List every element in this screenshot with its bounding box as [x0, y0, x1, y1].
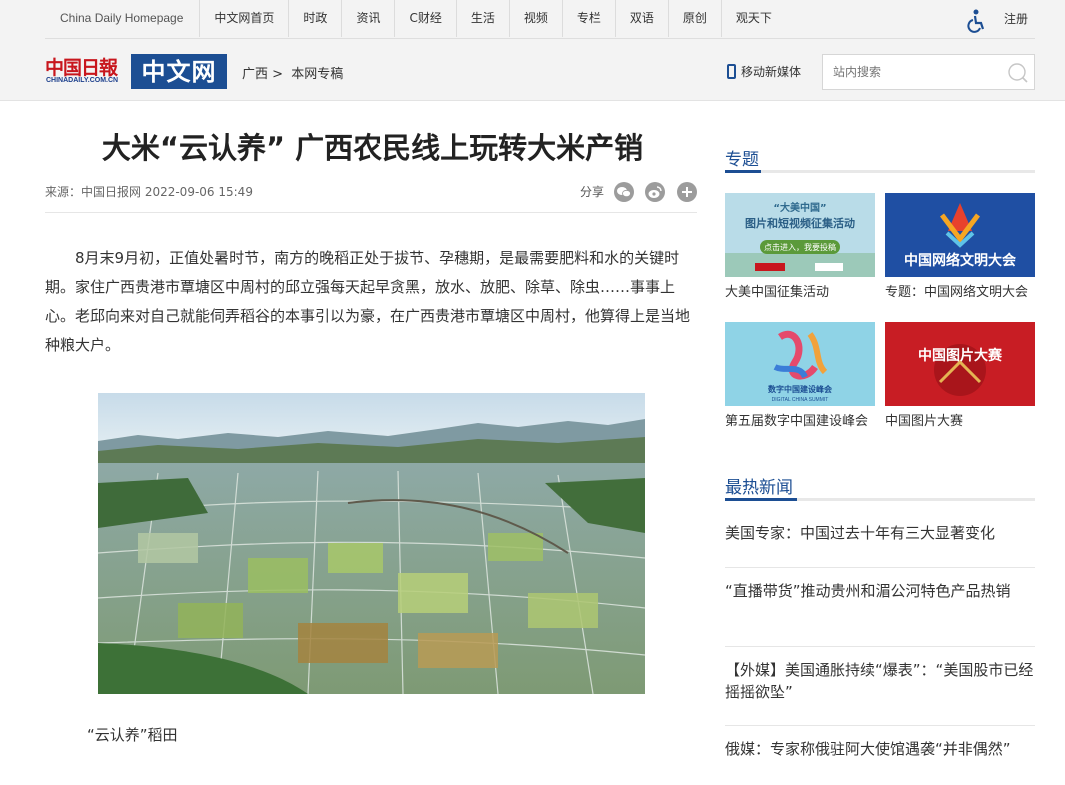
- accessibility-icon[interactable]: [967, 9, 987, 33]
- topics-heading-underline: [725, 170, 1035, 173]
- mobile-phone-icon: [727, 64, 736, 79]
- topics-heading: 专题: [725, 150, 759, 170]
- hot-news-divider: [725, 725, 1035, 726]
- weibo-share-icon[interactable]: [645, 182, 665, 202]
- nav-item-original[interactable]: 原创: [669, 0, 722, 37]
- logo-brand-cn: 中国日報: [45, 57, 118, 79]
- top-nav-bar: China Daily Homepage 中文网首页 时政 资讯 C财经 生活 …: [0, 0, 1065, 101]
- hot-news-item-2[interactable]: “直播带货”推动贵州和湄公河特色产品热销: [725, 580, 1035, 602]
- topic-thumb-digital-china[interactable]: 数字中国建设峰会 DIGITAL CHINA SUMMIT: [725, 322, 875, 406]
- nav-menu: China Daily Homepage 中文网首页 时政 资讯 C财经 生活 …: [45, 0, 786, 37]
- nav-item-life[interactable]: 生活: [457, 0, 510, 37]
- logo-site-name: 中文网: [131, 54, 227, 89]
- nav-item-finance[interactable]: C财经: [395, 0, 457, 37]
- hot-news-item-3[interactable]: 【外媒】美国通胀持续“爆表”：“美国股市已经摇摇欲坠”: [725, 659, 1035, 703]
- photo-contest-img-text: 中国图片大赛: [918, 347, 1003, 364]
- topic-thumb-photo-contest[interactable]: 中国图片大赛: [885, 322, 1035, 406]
- topic-caption-internet-civilization[interactable]: 专题：中国网络文明大会: [885, 283, 1035, 302]
- breadcrumb-exclusive[interactable]: 本网专稿: [291, 67, 343, 82]
- mobile-media-link[interactable]: 移动新媒体: [727, 63, 801, 80]
- nav-divider: [45, 38, 1035, 39]
- beautiful-china-img-line2: 图片和短视频征集活动: [745, 216, 855, 230]
- article-divider: [45, 212, 697, 213]
- photo-caption: “云认养”稻田: [87, 726, 178, 744]
- more-share-icon[interactable]: [677, 182, 697, 202]
- article-title: 大米“云认养” 广西农民线上玩转大米产销: [101, 131, 644, 165]
- mobile-media-label: 移动新媒体: [741, 65, 802, 79]
- nav-item-politics[interactable]: 时政: [289, 0, 343, 37]
- beautiful-china-img-line1: “大美中国”: [773, 201, 826, 214]
- nav-item-bilingual[interactable]: 双语: [616, 0, 669, 37]
- nav-item-columns[interactable]: 专栏: [563, 0, 616, 37]
- hot-news-item-4[interactable]: 俄媒：专家称俄驻阿大使馆遇袭“并非偶然”: [725, 738, 1035, 760]
- wechat-share-icon[interactable]: [614, 182, 634, 202]
- nav-item-video[interactable]: 视频: [510, 0, 563, 37]
- logo-brand-en: CHINADAILY.COM.CN: [46, 77, 119, 84]
- search-box: [822, 54, 1035, 90]
- topic-caption-photo-contest[interactable]: 中国图片大赛: [885, 412, 1035, 431]
- hot-news-heading-underline: [725, 498, 1035, 501]
- topic-caption-digital-china[interactable]: 第五届数字中国建设峰会: [725, 412, 875, 431]
- article-source: 来源：中国日报网 2022-09-06 15:49: [45, 185, 253, 199]
- hot-news-item-1[interactable]: 美国专家：中国过去十年有三大显著变化: [725, 522, 1035, 544]
- nav-item-world[interactable]: 观天下: [722, 0, 786, 37]
- digital-china-img-sub: DIGITAL CHINA SUMMIT: [772, 397, 829, 403]
- topic-thumb-beautiful-china[interactable]: “大美中国” 图片和短视频征集活动 点击进入，我要投稿: [725, 193, 875, 277]
- site-logo[interactable]: 中国日報 CHINADAILY.COM.CN 中文网: [45, 53, 227, 90]
- topic-caption-beautiful-china[interactable]: 大美中国征集活动: [725, 283, 875, 302]
- breadcrumb: 广西 > 本网专稿: [242, 63, 343, 82]
- nav-homepage-link[interactable]: China Daily Homepage: [45, 0, 201, 37]
- hot-news-divider: [725, 646, 1035, 647]
- beautiful-china-img-button: 点击进入，我要投稿: [764, 242, 836, 252]
- topic-thumb-internet-civilization[interactable]: 中国网络文明大会: [885, 193, 1035, 277]
- hot-news-divider: [725, 567, 1035, 568]
- breadcrumb-separator: >: [272, 67, 284, 82]
- rice-field-photo: [98, 393, 645, 694]
- hot-news-heading: 最热新闻: [725, 478, 793, 498]
- nav-item-news[interactable]: 资讯: [342, 0, 396, 37]
- nav-item-chinese-home[interactable]: 中文网首页: [200, 0, 290, 37]
- search-input[interactable]: [833, 63, 993, 81]
- digital-china-img-text: 数字中国建设峰会: [768, 384, 832, 394]
- share-label: 分享: [580, 185, 605, 199]
- search-icon[interactable]: [1007, 62, 1029, 84]
- internet-civilization-img-text: 中国网络文明大会: [904, 252, 1017, 269]
- register-link[interactable]: 注册: [1004, 10, 1028, 27]
- breadcrumb-guangxi[interactable]: 广西: [242, 67, 268, 82]
- article-paragraph: 8月末9月初，正值处暑时节，南方的晚稻正处于拔节、孕穗期，是最需要肥料和水的关键…: [45, 249, 691, 354]
